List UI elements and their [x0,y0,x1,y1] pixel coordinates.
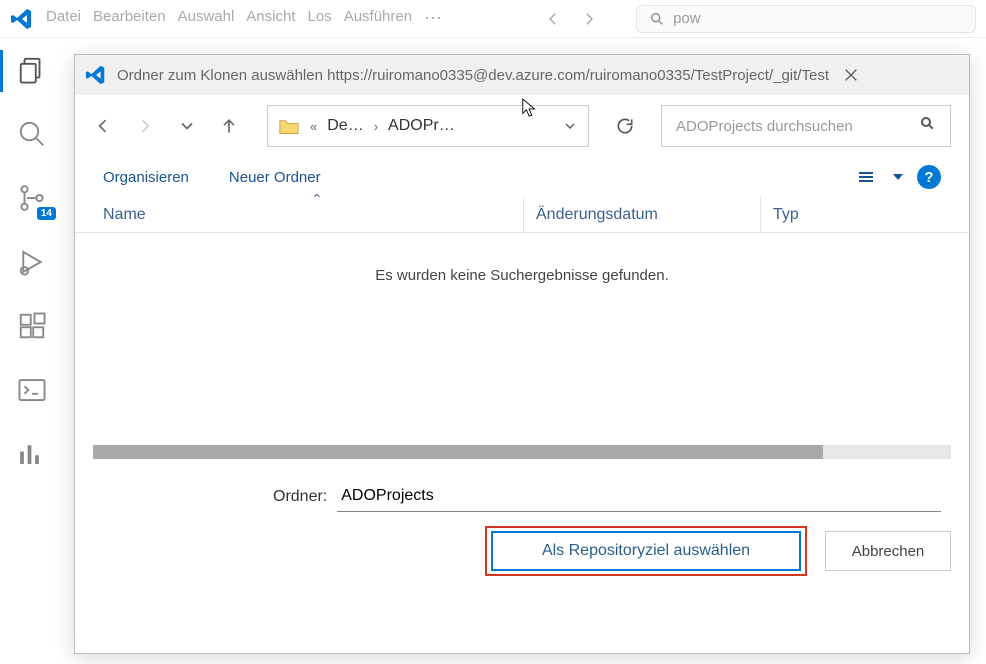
column-modified[interactable]: Änderungsdatum [536,206,760,224]
chevron-down-icon[interactable] [562,118,578,134]
refresh-button[interactable] [605,116,645,136]
view-mode-button[interactable] [859,167,879,187]
view-dropdown-icon[interactable] [893,174,903,180]
search-icon [649,11,665,27]
vscode-logo-icon [85,64,107,86]
horizontal-scrollbar[interactable] [93,445,951,459]
sort-indicator-icon: ⌃ [311,191,323,208]
column-name[interactable]: Name [103,206,523,224]
command-bar: Organisieren Neuer Ordner ? [75,157,969,197]
menu-view[interactable]: Ansicht [242,6,299,31]
forward-icon[interactable] [135,116,155,136]
back-icon[interactable] [93,116,113,136]
dialog-title-text: Ordner zum Klonen auswählen https://ruir… [117,67,829,84]
menu-go[interactable]: Los [304,6,336,31]
search-placeholder: ADOProjects durchsuchen [676,118,853,135]
nav-back-icon[interactable] [544,10,562,28]
activity-bar: 14 [0,38,64,664]
scm-badge: 14 [37,207,56,220]
dialog-toolbar: « De… › ADOPr… ADOProjects durchsuchen [75,95,969,157]
column-separator [523,197,524,233]
search-icon[interactable] [920,116,936,136]
scrollbar-thumb[interactable] [93,445,823,459]
new-folder-button[interactable]: Neuer Ordner [229,169,321,186]
dialog-titlebar: Ordner zum Klonen auswählen https://ruir… [75,55,969,95]
folder-picker-dialog: Ordner zum Klonen auswählen https://ruir… [74,54,970,654]
breadcrumb-bar[interactable]: « De… › ADOPr… [267,105,589,147]
folder-label: Ordner: [273,488,327,506]
folder-name-row: Ordner: [75,473,969,512]
chevron-right-icon: › [374,119,378,134]
breadcrumb-item[interactable]: De… [327,117,363,135]
organize-menu[interactable]: Organisieren [103,169,189,186]
navigation-arrows [544,10,598,28]
vscode-logo-icon [10,7,34,31]
search-text: pow [673,10,701,27]
activity-search[interactable] [14,116,50,152]
help-button[interactable]: ? [917,165,941,189]
title-bar: Datei Bearbeiten Auswahl Ansicht Los Aus… [0,0,986,38]
highlight-frame: Als Repositoryziel auswählen [485,526,807,576]
column-headers: ⌃ Name Änderungsdatum Typ [75,197,969,233]
empty-results: Es wurden keine Suchergebnisse gefunden. [75,233,969,445]
up-icon[interactable] [219,116,239,136]
menu-file[interactable]: Datei [42,6,85,31]
breadcrumb-overflow-icon[interactable]: « [310,119,317,134]
activity-terminal[interactable] [14,372,50,408]
column-type[interactable]: Typ [773,206,941,224]
folder-icon [278,117,300,135]
menu-run[interactable]: Ausführen [340,6,416,31]
activity-debug[interactable] [14,244,50,280]
column-separator [760,197,761,233]
activity-explorer[interactable] [14,52,50,88]
activity-extensions[interactable] [14,308,50,344]
menu-more-icon[interactable]: ⋯ [420,6,446,31]
menu-selection[interactable]: Auswahl [174,6,239,31]
select-repository-target-button[interactable]: Als Repositoryziel auswählen [491,531,801,571]
cancel-button[interactable]: Abbrechen [825,531,951,571]
nav-forward-icon[interactable] [580,10,598,28]
chevron-down-icon[interactable] [177,116,197,136]
command-center-search[interactable]: pow [636,5,976,33]
activity-source-control[interactable]: 14 [14,180,50,216]
breadcrumb-item[interactable]: ADOPr… [388,117,455,135]
folder-name-input[interactable] [337,481,941,512]
menu-bar: Datei Bearbeiten Auswahl Ansicht Los Aus… [42,6,446,31]
activity-powerbi[interactable] [14,436,50,472]
dialog-actions: Als Repositoryziel auswählen Abbrechen [75,526,969,588]
folder-search-input[interactable]: ADOProjects durchsuchen [661,105,951,147]
close-button[interactable] [839,63,863,87]
menu-edit[interactable]: Bearbeiten [89,6,170,31]
